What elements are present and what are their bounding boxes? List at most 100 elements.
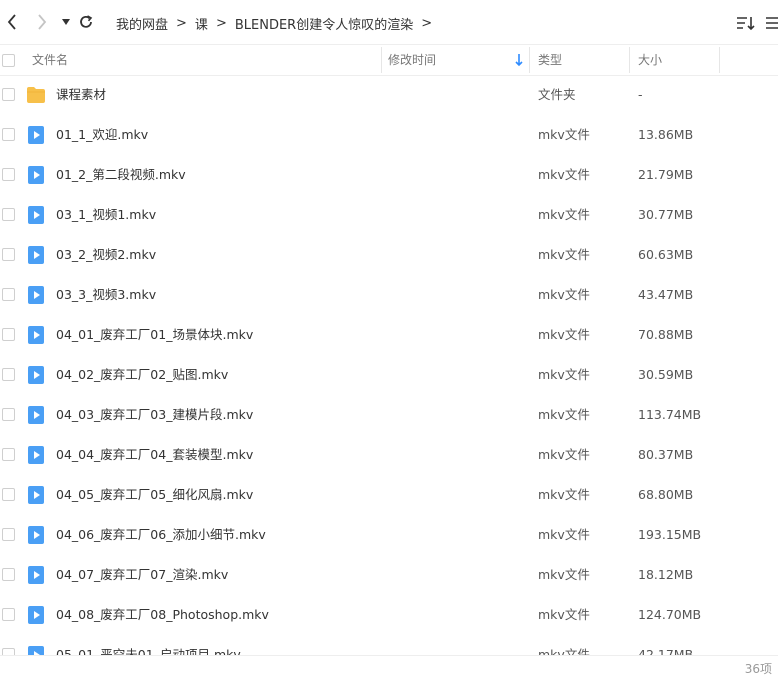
file-row[interactable]: 01_1_欢迎.mkv mkv文件 13.86MB [0,115,778,155]
file-size: 30.59MB [638,367,694,382]
file-name[interactable]: 03_1_视频1.mkv [56,195,156,235]
file-size: 13.86MB [638,127,694,142]
column-divider[interactable] [529,47,530,73]
file-type: mkv文件 [538,407,590,422]
file-row[interactable]: 04_05_废弃工厂05_细化风扇.mkv mkv文件 68.80MB [0,475,778,515]
row-checkbox[interactable] [2,408,15,421]
file-row[interactable]: 04_03_废弃工厂03_建模片段.mkv mkv文件 113.74MB [0,395,778,435]
file-size: 18.12MB [638,567,694,582]
chevron-right-icon: > [215,15,227,31]
file-row[interactable]: 04_08_废弃工厂08_Photoshop.mkv mkv文件 124.70MB [0,595,778,635]
file-row[interactable]: 04_07_废弃工厂07_渲染.mkv mkv文件 18.12MB [0,555,778,595]
file-row[interactable]: 03_3_视频3.mkv mkv文件 43.47MB [0,275,778,315]
row-checkbox[interactable] [2,328,15,341]
file-name[interactable]: 01_2_第二段视频.mkv [56,155,186,195]
file-size: 42.17MB [638,647,694,655]
row-checkbox[interactable] [2,448,15,461]
sort-arrow-down-icon[interactable] [514,53,524,67]
row-checkbox[interactable] [2,488,15,501]
file-name[interactable]: 04_02_废弃工厂02_贴图.mkv [56,355,228,395]
video-file-icon [26,605,46,625]
file-size: 193.15MB [638,527,702,542]
video-file-icon [26,645,46,655]
file-size: 70.88MB [638,327,694,342]
back-button[interactable] [2,12,22,32]
row-checkbox[interactable] [2,648,15,655]
file-name[interactable]: 04_08_废弃工厂08_Photoshop.mkv [56,595,269,635]
file-name[interactable]: 04_05_废弃工厂05_细化风扇.mkv [56,475,253,515]
file-row[interactable]: 课程素材 文件夹 - [0,75,778,115]
item-count: 36项 [744,662,772,676]
file-type: mkv文件 [538,487,590,502]
file-row[interactable]: 04_06_废弃工厂06_添加小细节.mkv mkv文件 193.15MB [0,515,778,555]
row-checkbox[interactable] [2,248,15,261]
video-file-icon [26,565,46,585]
video-file-icon [26,285,46,305]
column-size[interactable]: 大小 [638,45,662,75]
history-dropdown-button[interactable] [56,12,76,32]
row-checkbox[interactable] [2,128,15,141]
file-name[interactable]: 01_1_欢迎.mkv [56,115,148,155]
file-name[interactable]: 04_06_废弃工厂06_添加小细节.mkv [56,515,266,555]
video-file-icon [26,205,46,225]
breadcrumb-item-folder[interactable]: 课 [195,14,208,33]
chevron-right-icon [38,14,47,30]
breadcrumb: 我的网盘 > 课 > BLENDER创建令人惊叹的渲染 > [116,14,440,33]
chevron-right-icon: > [421,15,433,31]
row-checkbox[interactable] [2,88,15,101]
file-row[interactable]: 03_2_视频2.mkv mkv文件 60.63MB [0,235,778,275]
row-checkbox[interactable] [2,168,15,181]
video-file-icon [26,445,46,465]
column-divider[interactable] [629,47,630,73]
row-checkbox[interactable] [2,568,15,581]
row-checkbox[interactable] [2,608,15,621]
column-name[interactable]: 文件名 [32,45,68,75]
file-row[interactable]: 05_01_恶空未01_启动项目.mkv mkv文件 42.17MB [0,635,778,655]
file-name[interactable]: 04_07_废弃工厂07_渲染.mkv [56,555,228,595]
select-all-checkbox[interactable] [2,54,15,67]
row-checkbox[interactable] [2,208,15,221]
file-name[interactable]: 03_2_视频2.mkv [56,235,156,275]
file-name[interactable]: 04_03_废弃工厂03_建模片段.mkv [56,395,253,435]
file-type: mkv文件 [538,527,590,542]
file-row[interactable]: 04_02_废弃工厂02_贴图.mkv mkv文件 30.59MB [0,355,778,395]
refresh-button[interactable] [76,12,96,32]
forward-button[interactable] [32,12,52,32]
sort-button[interactable] [736,14,756,32]
breadcrumb-item-root[interactable]: 我的网盘 [116,14,168,33]
file-size: 21.79MB [638,167,694,182]
column-modified[interactable]: 修改时间 [388,45,436,75]
refresh-icon [80,15,93,28]
file-row[interactable]: 01_2_第二段视频.mkv mkv文件 21.79MB [0,155,778,195]
file-name[interactable]: 03_3_视频3.mkv [56,275,156,315]
file-size: 60.63MB [638,247,694,262]
file-name[interactable]: 课程素材 [56,75,106,115]
file-size: 68.80MB [638,487,694,502]
file-name[interactable]: 04_04_废弃工厂04_套装模型.mkv [56,435,253,475]
column-divider[interactable] [381,47,382,73]
file-name[interactable]: 04_01_废弃工厂01_场景体块.mkv [56,315,253,355]
video-file-icon [26,325,46,345]
file-type: mkv文件 [538,607,590,622]
chevron-left-icon [7,14,16,30]
row-checkbox[interactable] [2,288,15,301]
file-type: mkv文件 [538,287,590,302]
column-type[interactable]: 类型 [538,45,562,75]
file-row[interactable]: 03_1_视频1.mkv mkv文件 30.77MB [0,195,778,235]
file-type: mkv文件 [538,327,590,342]
chevron-right-icon: > [176,15,187,31]
file-size: 43.47MB [638,287,694,302]
column-divider[interactable] [719,47,720,73]
menu-button[interactable] [766,14,778,32]
file-row[interactable]: 04_04_废弃工厂04_套装模型.mkv mkv文件 80.37MB [0,435,778,475]
video-file-icon [26,125,46,145]
breadcrumb-item-current[interactable]: BLENDER创建令人惊叹的渲染 [235,14,413,33]
file-name[interactable]: 05_01_恶空未01_启动项目.mkv [56,635,241,655]
row-checkbox[interactable] [2,368,15,381]
file-size: 124.70MB [638,607,702,622]
toolbar: 我的网盘 > 课 > BLENDER创建令人惊叹的渲染 > [0,0,778,44]
video-file-icon [26,405,46,425]
row-checkbox[interactable] [2,528,15,541]
file-type: mkv文件 [538,567,590,582]
file-row[interactable]: 04_01_废弃工厂01_场景体块.mkv mkv文件 70.88MB [0,315,778,355]
